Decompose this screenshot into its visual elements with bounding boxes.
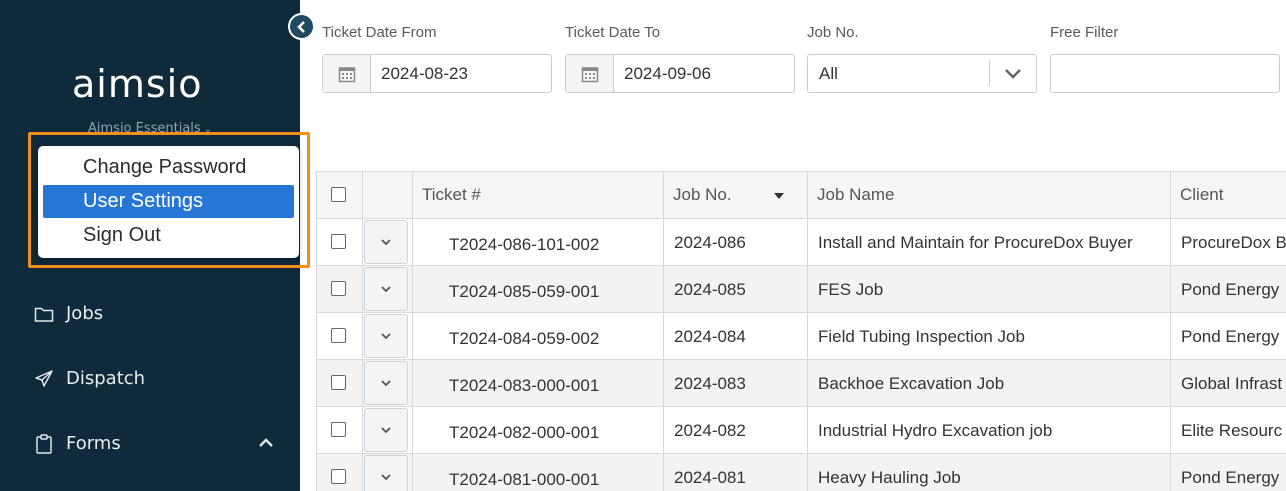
- nav-item-dispatch[interactable]: Dispatch: [34, 368, 145, 389]
- chevron-down-icon[interactable]: [989, 61, 1036, 86]
- row-expand-cell: [363, 313, 413, 360]
- user-menu-dropdown: Change Password User Settings Sign Out: [38, 146, 299, 258]
- date-to-value: 2024-09-06: [624, 64, 711, 83]
- app-root: aimsio Aimsio Essentials ⌄ Jobs Dispatch …: [0, 0, 1286, 491]
- nav-label-jobs: Jobs: [66, 303, 104, 324]
- row-checkbox[interactable]: [331, 422, 346, 437]
- row-select-cell: [317, 407, 363, 454]
- job-no-label: Job No.: [807, 24, 859, 41]
- cell-ticket: T2024-086-101-002: [413, 219, 664, 266]
- expand-row-button[interactable]: [364, 361, 408, 405]
- cell-ticket: T2024-082-000-001: [413, 407, 664, 454]
- cell-client: Pond Energy: [1171, 266, 1286, 313]
- chevron-left-icon: [296, 20, 305, 33]
- paper-plane-icon: [34, 369, 54, 389]
- chevron-down-icon: [381, 332, 391, 339]
- clipboard-icon: [34, 433, 54, 454]
- row-expand-cell: [363, 454, 413, 491]
- calendar-icon[interactable]: [566, 55, 614, 92]
- row-checkbox[interactable]: [331, 281, 346, 296]
- chevron-down-icon: [381, 285, 391, 292]
- calendar-icon[interactable]: [323, 55, 371, 92]
- row-checkbox[interactable]: [331, 234, 346, 249]
- chevron-down-icon: [381, 473, 391, 480]
- expand-row-button[interactable]: [364, 408, 408, 452]
- job-no-value: All: [819, 64, 838, 83]
- cell-job-name: Field Tubing Inspection Job: [808, 313, 1171, 360]
- aimsio-logo: aimsio: [72, 62, 203, 106]
- cell-client: Elite Resourc: [1171, 407, 1286, 454]
- column-header-job-name[interactable]: Job Name: [808, 172, 1171, 219]
- nav-item-jobs[interactable]: Jobs: [34, 303, 103, 324]
- row-expand-cell: [363, 360, 413, 407]
- expand-row-button[interactable]: [364, 220, 408, 264]
- row-checkbox[interactable]: [331, 328, 346, 343]
- row-expand-cell: [363, 266, 413, 313]
- expand-row-button[interactable]: [364, 455, 408, 491]
- cell-job-name: Industrial Hydro Excavation job: [808, 407, 1171, 454]
- row-select-cell: [317, 266, 363, 313]
- cell-job-name: Install and Maintain for ProcureDox Buye…: [808, 219, 1171, 266]
- row-expand-cell: [363, 219, 413, 266]
- cell-job-no: 2024-083: [664, 360, 808, 407]
- folder-icon: [34, 304, 54, 324]
- row-select-cell: [317, 219, 363, 266]
- nav-label-forms: Forms: [66, 433, 121, 454]
- tickets-table: Ticket # Job No. Job Name Client T2024-0…: [316, 171, 1286, 491]
- chevron-up-icon[interactable]: [258, 435, 274, 456]
- nav-item-forms[interactable]: Forms: [34, 433, 274, 454]
- cell-client: Pond Energy: [1171, 313, 1286, 360]
- row-select-cell: [317, 454, 363, 491]
- menu-item-sign-out[interactable]: Sign Out: [43, 219, 294, 252]
- cell-job-no: 2024-081: [664, 454, 808, 491]
- cell-ticket: T2024-083-000-001: [413, 360, 664, 407]
- free-filter-label: Free Filter: [1050, 24, 1119, 41]
- column-header-job-no[interactable]: Job No.: [664, 172, 808, 219]
- cell-ticket: T2024-081-000-001: [413, 454, 664, 491]
- date-from-label: Ticket Date From: [322, 24, 437, 41]
- chevron-down-icon: [381, 238, 391, 245]
- row-checkbox[interactable]: [331, 469, 346, 484]
- row-expand-cell: [363, 407, 413, 454]
- column-header-client[interactable]: Client: [1171, 172, 1286, 219]
- row-select-cell: [317, 313, 363, 360]
- chevron-down-icon: [381, 379, 391, 386]
- free-filter-input[interactable]: [1050, 54, 1280, 93]
- cell-client: Global Infrast: [1171, 360, 1286, 407]
- nav-label-dispatch: Dispatch: [66, 368, 146, 389]
- cell-ticket: T2024-085-059-001: [413, 266, 664, 313]
- expand-row-button[interactable]: [364, 314, 408, 358]
- date-from-field[interactable]: 2024-08-23: [322, 54, 552, 93]
- job-no-select[interactable]: All: [807, 54, 1037, 93]
- date-to-label: Ticket Date To: [565, 24, 661, 41]
- menu-item-change-password[interactable]: Change Password: [43, 151, 294, 184]
- collapse-sidebar-button[interactable]: [288, 13, 315, 40]
- cell-job-no: 2024-082: [664, 407, 808, 454]
- sort-desc-icon: [774, 172, 784, 218]
- chevron-down-icon: [381, 426, 391, 433]
- date-from-value: 2024-08-23: [381, 64, 468, 83]
- column-header-job-no-label: Job No.: [673, 185, 732, 204]
- expand-row-button[interactable]: [364, 267, 408, 311]
- cell-ticket: T2024-084-059-002: [413, 313, 664, 360]
- date-to-field[interactable]: 2024-09-06: [565, 54, 795, 93]
- cell-job-no: 2024-084: [664, 313, 808, 360]
- cell-job-name: Heavy Hauling Job: [808, 454, 1171, 491]
- cell-job-name: Backhoe Excavation Job: [808, 360, 1171, 407]
- menu-item-user-settings[interactable]: User Settings: [43, 185, 294, 218]
- column-header-ticket[interactable]: Ticket #: [413, 172, 664, 219]
- cell-job-no: 2024-085: [664, 266, 808, 313]
- cell-job-name: FES Job: [808, 266, 1171, 313]
- expand-header: [363, 172, 413, 219]
- select-all-checkbox[interactable]: [331, 187, 346, 202]
- cell-client: Pond Energy: [1171, 454, 1286, 491]
- cell-client: ProcureDox B: [1171, 219, 1286, 266]
- row-checkbox[interactable]: [331, 375, 346, 390]
- cell-job-no: 2024-086: [664, 219, 808, 266]
- select-all-header: [317, 172, 363, 219]
- row-select-cell: [317, 360, 363, 407]
